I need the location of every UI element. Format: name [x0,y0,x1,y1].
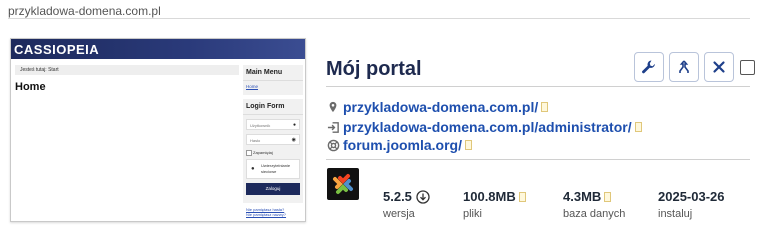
database-value: 4.3MB [563,189,602,204]
support-lifebuoy-icon [326,138,340,152]
files-value: 100.8MB [463,189,516,204]
installed-stat: 2025-03-26 instaluj [658,189,725,220]
frontend-link-row: przykladowa-domena.com.pl/ [326,99,549,115]
thumb-username-field: Użytkownik ● [246,119,300,130]
thumb-main-menu-title: Main Menu [243,65,303,81]
download-update-icon[interactable] [416,189,430,204]
files-stat: 100.8MB pliki [463,189,526,220]
thumb-username-placeholder: Użytkownik [250,123,271,128]
login-arrow-icon [326,120,340,134]
domain-label: przykladowa-domena.com.pl [8,4,161,18]
database-stat: 4.3MB baza danych [563,189,625,220]
merge-arrows-icon [679,60,689,73]
thumb-remember-checkbox: Zapamiętaj [243,149,303,157]
external-link-icon [518,191,526,202]
thumb-passkey-label: Uwierzytelnianie sieciowe [261,163,291,174]
divider [326,159,750,160]
thumb-forgot-username: Nie pamiętasz nazwy? [246,212,287,217]
update-button[interactable] [669,52,699,82]
forum-link[interactable]: forum.joomla.org/ [343,137,462,153]
site-actions [634,52,755,82]
admin-link[interactable]: przykladowa-domena.com.pl/administrator/ [343,119,632,135]
joomla-logo-icon [327,168,359,200]
site-title: Mój portal [326,58,422,80]
thumb-main-menu: Main Menu Home [243,65,303,95]
thumb-page-heading: Home [15,81,46,93]
files-label: pliki [463,208,482,220]
forum-link-row: forum.joomla.org/ [326,137,472,153]
select-checkbox[interactable] [740,59,755,75]
installed-value: 2025-03-26 [658,189,725,204]
thumb-sidebar: Main Menu Home Login Form Użytkownik ● H… [243,65,303,217]
close-icon [713,61,725,73]
thumb-passkey-button: ● Uwierzytelnianie sieciowe [246,159,300,179]
thumb-login-button: Zaloguj [246,183,300,195]
wrench-icon [642,60,655,74]
version-value: 5.2.5 [383,189,412,204]
external-link-icon [604,191,612,202]
frontend-link[interactable]: przykladowa-domena.com.pl/ [343,99,538,115]
user-icon: ● [292,122,296,128]
site-preview-thumbnail[interactable]: CASSIOPEIA Jesteś tutaj: Start Home Main… [10,38,306,222]
thumb-main-menu-link: Home [246,84,259,89]
admin-link-row: przykladowa-domena.com.pl/administrator/ [326,119,642,135]
version-label: wersja [383,208,415,220]
thumb-login-form: Login Form Użytkownik ● Hasło ◉ Zapamięt… [243,99,303,203]
database-label: baza danych [563,208,626,220]
location-pin-icon [326,100,340,114]
version-stat: 5.2.5 wersja [383,189,430,220]
thumb-password-placeholder: Hasło [250,138,261,143]
external-link-icon [541,102,549,112]
thumb-breadcrumb: Jesteś tutaj: Start [15,65,239,75]
users-icon: ● [251,166,255,172]
thumb-brand: CASSIOPEIA [11,39,305,59]
thumb-login-title: Login Form [243,99,303,115]
configure-button[interactable] [634,52,664,82]
divider [326,86,750,87]
eye-icon: ◉ [291,137,296,143]
divider [8,18,750,19]
installed-label: instaluj [658,208,693,220]
external-link-icon [465,140,472,150]
external-link-icon [634,122,642,132]
thumb-password-field: Hasło ◉ [246,134,300,145]
remove-button[interactable] [704,52,734,82]
